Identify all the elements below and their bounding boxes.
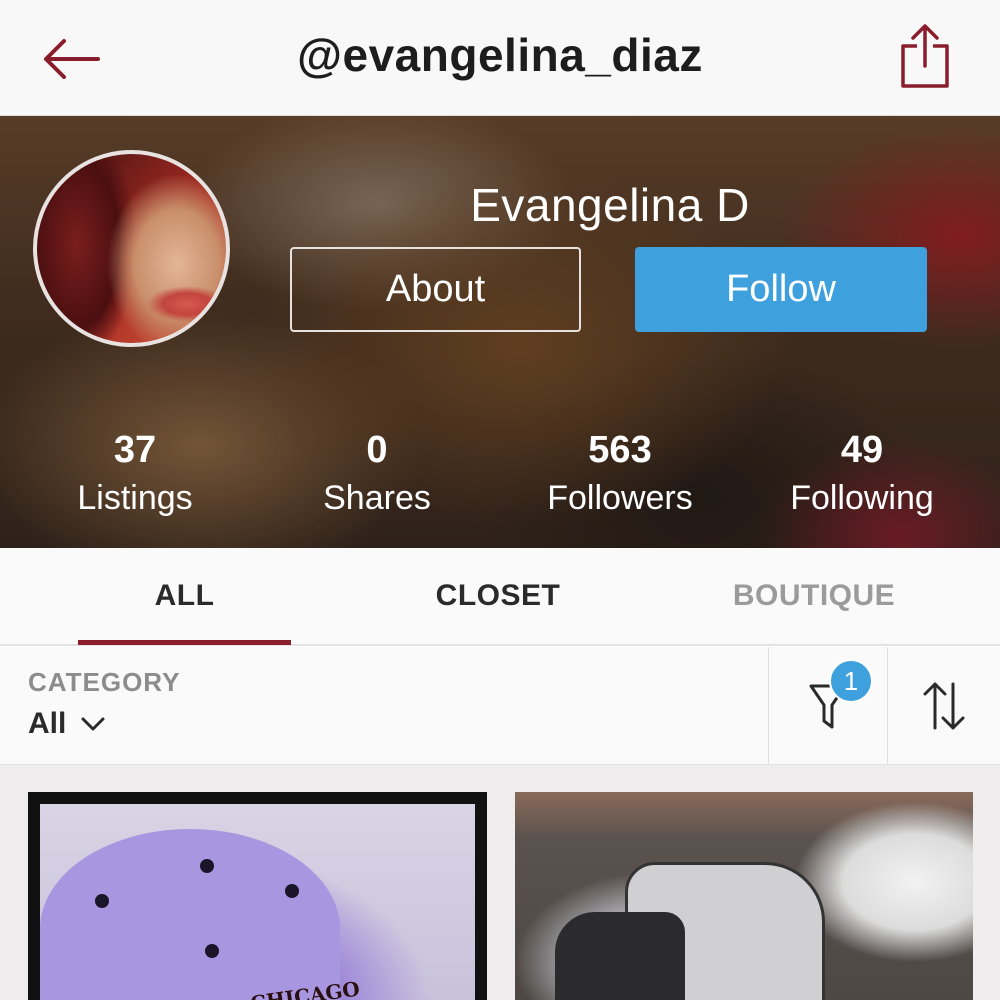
tab-boutique[interactable]: BOUTIQUE: [700, 548, 928, 644]
avatar[interactable]: [33, 150, 230, 347]
closet-tabs: ALL CLOSET BOUTIQUE: [0, 548, 1000, 646]
listing-grid: CHICAGO: [0, 765, 1000, 1000]
stat-label: Following: [790, 479, 934, 517]
listing-image: CHICAGO: [40, 804, 475, 1000]
tab-closet[interactable]: CLOSET: [390, 548, 606, 644]
share-icon: [901, 24, 949, 88]
stat-following[interactable]: 49 Following: [742, 428, 982, 524]
sort-arrows-icon: [923, 682, 965, 729]
profile-cover: Evangelina D About Follow 37 Listings 0 …: [0, 116, 1000, 548]
stat-value: 0: [366, 429, 388, 471]
stat-value: 37: [113, 429, 157, 471]
listing-card[interactable]: CHICAGO: [28, 792, 487, 1000]
cap-eyelet: [95, 894, 109, 908]
filter-count-badge: 1: [829, 659, 873, 703]
follow-button[interactable]: Follow: [635, 247, 927, 332]
sneaker-shape: [555, 912, 685, 1000]
share-button[interactable]: [892, 18, 958, 94]
sort-button[interactable]: [887, 647, 1000, 764]
active-tab-indicator: [78, 640, 291, 645]
chevron-down-icon: [81, 717, 105, 731]
about-button[interactable]: About: [290, 247, 581, 332]
stat-listings[interactable]: 37 Listings: [15, 428, 255, 524]
category-value: All: [28, 707, 67, 740]
listing-card[interactable]: [515, 792, 973, 1000]
category-label: CATEGORY: [28, 667, 181, 697]
tab-all[interactable]: ALL: [78, 548, 291, 644]
cap-eyelet: [285, 884, 299, 898]
category-dropdown[interactable]: All: [28, 703, 106, 745]
cap-shape: [40, 829, 340, 1000]
stat-value: 563: [588, 429, 652, 471]
back-arrow-icon: [44, 39, 100, 79]
stat-label: Shares: [323, 479, 431, 517]
display-name: Evangelina D: [470, 179, 750, 231]
filter-button[interactable]: [768, 647, 887, 764]
top-bar: @evangelina_diaz: [0, 0, 1000, 116]
stat-label: Followers: [547, 479, 693, 517]
cap-eyelet: [200, 859, 214, 873]
stat-value: 49: [840, 429, 884, 471]
stat-label: Listings: [77, 479, 193, 517]
back-button[interactable]: [38, 26, 104, 92]
cap-eyelet: [205, 944, 219, 958]
profile-handle: @evangelina_diaz: [297, 29, 703, 81]
stat-followers[interactable]: 563 Followers: [500, 428, 740, 524]
stat-shares[interactable]: 0 Shares: [257, 428, 497, 524]
